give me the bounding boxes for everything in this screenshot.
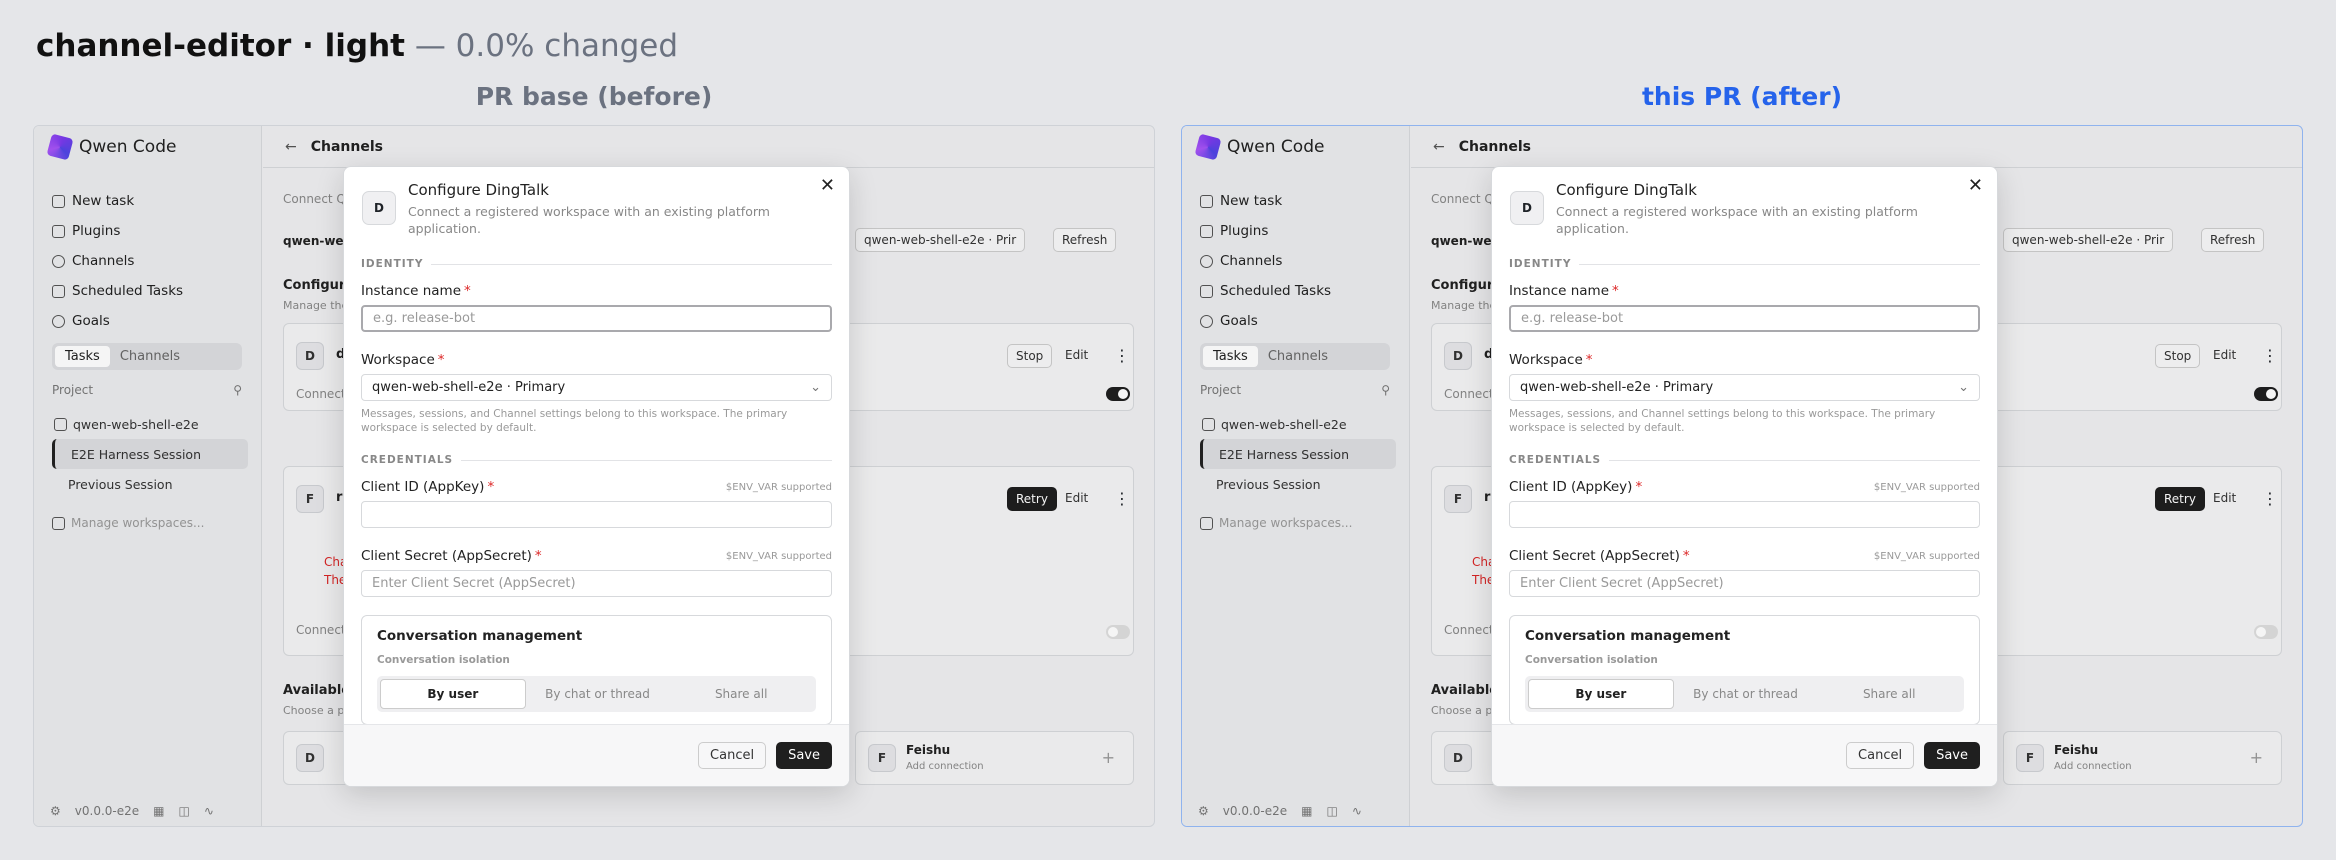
option-by-user[interactable]: By user <box>1528 679 1674 709</box>
dialog-title: Configure DingTalk <box>408 181 549 199</box>
conversation-management: Conversation management Conversation iso… <box>361 615 832 724</box>
column-label-after: this PR (after) <box>1641 82 1842 111</box>
workspace-help: Messages, sessions, and Channel settings… <box>1509 408 1936 434</box>
dialog-description: Connect a registered workspace with an e… <box>408 204 770 236</box>
option-share-all[interactable]: Share all <box>1817 679 1961 709</box>
dialog-body: IDENTITY Instance name * e.g. release-bot… <box>361 257 832 724</box>
section-identity: IDENTITY <box>361 257 832 271</box>
instance-name-input[interactable]: e.g. release-bot <box>1509 305 1980 332</box>
dialog-footer: Cancel Save <box>344 724 849 786</box>
section-credentials: CREDENTIALS <box>1509 453 1980 467</box>
option-share-all[interactable]: Share all <box>669 679 813 709</box>
dialog-header: D Configure DingTalk Connect a registere… <box>1510 181 1979 237</box>
column-label-before: PR base (before) <box>475 82 713 111</box>
cancel-button[interactable]: Cancel <box>1846 742 1915 769</box>
section-credentials: CREDENTIALS <box>361 453 832 467</box>
isolation-segment: By user By chat or thread Share all <box>377 676 816 712</box>
option-by-user[interactable]: By user <box>380 679 526 709</box>
close-icon[interactable]: ✕ <box>1968 175 1983 196</box>
dialog-header: D Configure DingTalk Connect a registere… <box>362 181 831 237</box>
workspace-select[interactable]: qwen-web-shell-e2e · Primary ⌄ <box>1509 374 1980 401</box>
option-by-chat[interactable]: By chat or thread <box>1674 679 1818 709</box>
save-button[interactable]: Save <box>1924 742 1980 769</box>
dialog-body: IDENTITY Instance name * e.g. release-bot… <box>1509 257 1980 724</box>
panel-after: Qwen Code New task Plugins Channels Sche… <box>1181 125 2303 827</box>
client-secret-input[interactable]: Enter Client Secret (AppSecret) <box>1509 570 1980 597</box>
configure-dialog: D Configure DingTalk Connect a registere… <box>1491 166 1998 787</box>
dialog-footer: Cancel Save <box>1492 724 1997 786</box>
chevron-down-icon: ⌄ <box>1958 380 1969 395</box>
instance-name-input[interactable]: e.g. release-bot <box>361 305 832 332</box>
client-secret-input[interactable]: Enter Client Secret (AppSecret) <box>361 570 832 597</box>
dialog-description: Connect a registered workspace with an e… <box>1556 204 1918 236</box>
chevron-down-icon: ⌄ <box>810 380 821 395</box>
dialog-title: Configure DingTalk <box>1556 181 1697 199</box>
isolation-segment: By user By chat or thread Share all <box>1525 676 1964 712</box>
configure-dialog: D Configure DingTalk Connect a registere… <box>343 166 850 787</box>
conversation-management: Conversation management Conversation iso… <box>1509 615 1980 724</box>
option-by-chat[interactable]: By chat or thread <box>526 679 670 709</box>
client-id-input[interactable] <box>1509 501 1980 528</box>
panel-before: Qwen Code New task Plugins Channels Sche… <box>33 125 1155 827</box>
section-identity: IDENTITY <box>1509 257 1980 271</box>
workspace-select[interactable]: qwen-web-shell-e2e · Primary ⌄ <box>361 374 832 401</box>
client-id-input[interactable] <box>361 501 832 528</box>
workspace-help: Messages, sessions, and Channel settings… <box>361 408 788 434</box>
save-button[interactable]: Save <box>776 742 832 769</box>
cancel-button[interactable]: Cancel <box>698 742 767 769</box>
page-title: channel-editor · light — 0.0% changed <box>36 28 679 64</box>
close-icon[interactable]: ✕ <box>820 175 835 196</box>
